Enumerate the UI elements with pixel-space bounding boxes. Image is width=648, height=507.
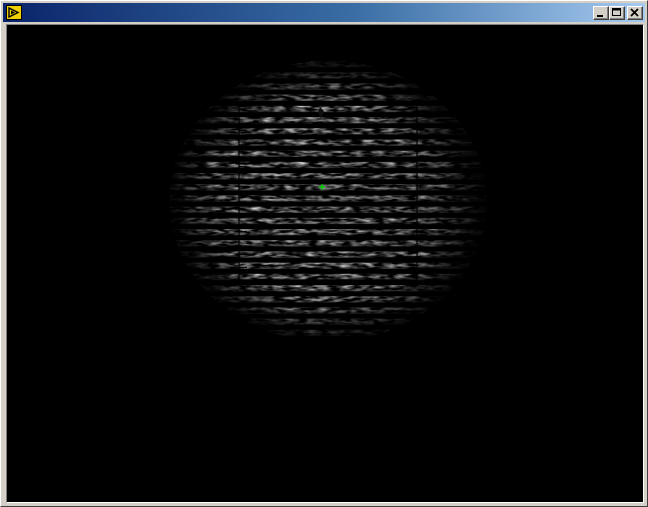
close-button[interactable] bbox=[627, 6, 643, 20]
minimize-icon bbox=[597, 15, 603, 17]
minimize-button[interactable] bbox=[593, 6, 609, 20]
image-display[interactable] bbox=[6, 24, 644, 503]
maximize-button[interactable] bbox=[609, 6, 625, 20]
maximize-icon bbox=[612, 8, 621, 16]
labview-run-arrow-icon[interactable] bbox=[6, 5, 22, 20]
interferogram-image bbox=[7, 25, 643, 502]
close-icon bbox=[630, 8, 639, 17]
labview-image-window bbox=[0, 0, 648, 507]
title-bar[interactable] bbox=[3, 3, 645, 22]
